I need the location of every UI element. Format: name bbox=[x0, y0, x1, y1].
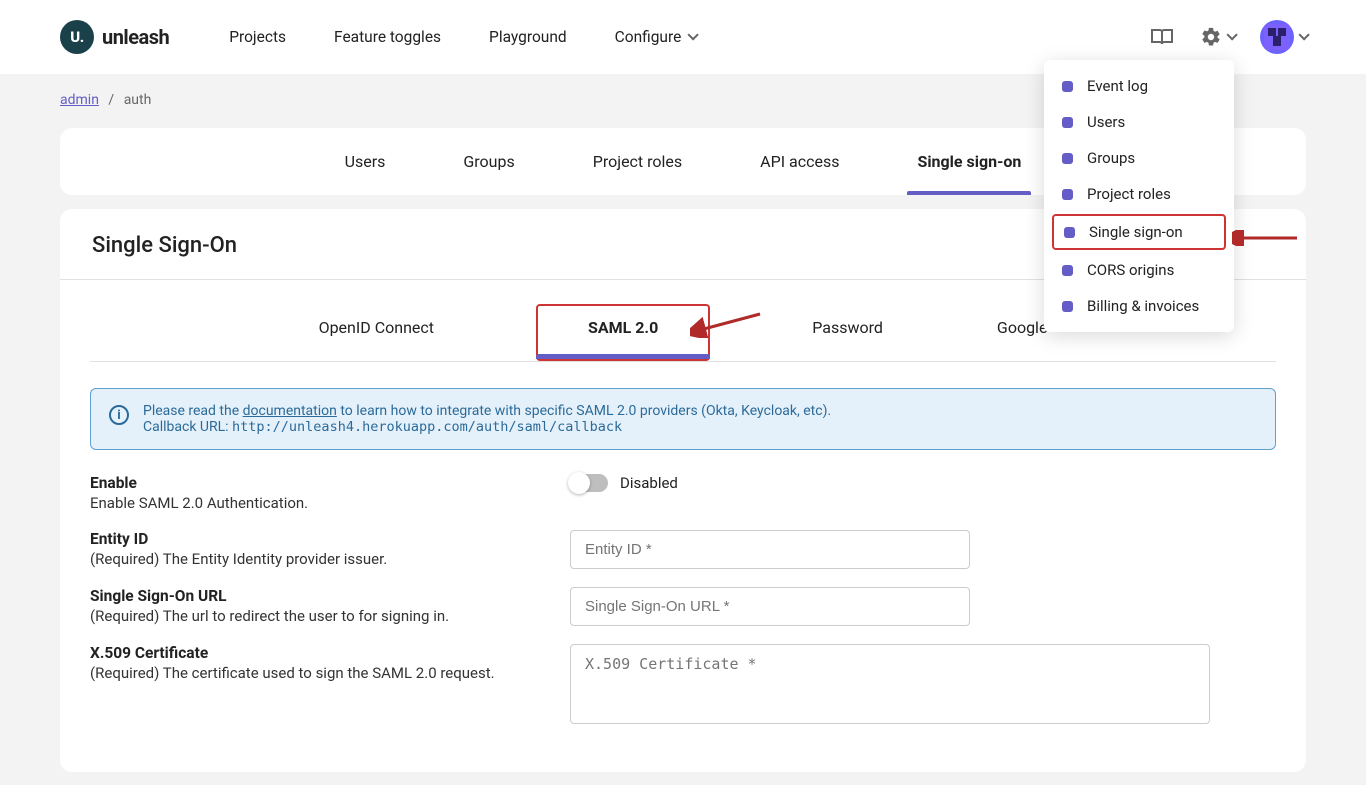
header: U. unleash Projects Feature toggles Play… bbox=[0, 0, 1366, 74]
tab-users[interactable]: Users bbox=[345, 152, 386, 195]
tab-project-roles[interactable]: Project roles bbox=[593, 152, 682, 195]
info-icon: i bbox=[109, 405, 129, 425]
enable-desc: Enable SAML 2.0 Authentication. bbox=[90, 494, 530, 512]
avatar bbox=[1260, 20, 1294, 54]
docs-icon[interactable] bbox=[1150, 27, 1174, 47]
dropdown-label: Event log bbox=[1087, 77, 1148, 95]
configure-dropdown: Event log Users Groups Project roles Sin… bbox=[1044, 60, 1234, 332]
square-icon bbox=[1064, 227, 1075, 238]
cert-desc: (Required) The certificate used to sign … bbox=[90, 664, 530, 682]
square-icon bbox=[1062, 153, 1073, 164]
dropdown-groups[interactable]: Groups bbox=[1044, 140, 1234, 176]
brand-name: unleash bbox=[102, 25, 169, 49]
info-box: i Please read the documentation to learn… bbox=[90, 388, 1276, 450]
breadcrumb-sep: / bbox=[108, 92, 114, 108]
sso-tab-password[interactable]: Password bbox=[800, 304, 895, 361]
square-icon bbox=[1062, 265, 1073, 276]
tab-api-access[interactable]: API access bbox=[760, 152, 839, 195]
gear-icon bbox=[1200, 26, 1222, 48]
breadcrumb-current: auth bbox=[124, 92, 152, 108]
dropdown-billing[interactable]: Billing & invoices bbox=[1044, 288, 1234, 324]
cert-title: X.509 Certificate bbox=[90, 644, 530, 662]
row-entity-id: Entity ID (Required) The Entity Identity… bbox=[90, 530, 1276, 569]
chevron-down-icon bbox=[1298, 29, 1309, 40]
square-icon bbox=[1062, 117, 1073, 128]
breadcrumb-admin[interactable]: admin bbox=[60, 92, 99, 108]
enable-toggle[interactable] bbox=[570, 474, 608, 492]
info-pre: Please read the bbox=[143, 403, 243, 419]
enable-title: Enable bbox=[90, 474, 530, 492]
row-enable: Enable Enable SAML 2.0 Authentication. D… bbox=[90, 474, 1276, 512]
documentation-link[interactable]: documentation bbox=[243, 403, 337, 419]
header-actions bbox=[1150, 20, 1306, 54]
user-menu[interactable] bbox=[1260, 20, 1306, 54]
chevron-down-icon bbox=[1226, 29, 1237, 40]
settings-button[interactable] bbox=[1200, 26, 1234, 48]
chevron-down-icon bbox=[688, 29, 699, 40]
dropdown-project-roles[interactable]: Project roles bbox=[1044, 176, 1234, 212]
dropdown-cors[interactable]: CORS origins bbox=[1044, 252, 1234, 288]
row-sso-url: Single Sign-On URL (Required) The url to… bbox=[90, 587, 1276, 626]
dropdown-sso[interactable]: Single sign-on bbox=[1052, 214, 1226, 250]
dropdown-label: CORS origins bbox=[1087, 261, 1174, 279]
square-icon bbox=[1062, 189, 1073, 200]
info-text: Please read the documentation to learn h… bbox=[143, 403, 831, 435]
cert-textarea[interactable] bbox=[570, 644, 1210, 724]
dropdown-label: Users bbox=[1087, 113, 1125, 131]
dropdown-users[interactable]: Users bbox=[1044, 104, 1234, 140]
entity-id-title: Entity ID bbox=[90, 530, 530, 548]
square-icon bbox=[1062, 81, 1073, 92]
entity-id-desc: (Required) The Entity Identity provider … bbox=[90, 550, 530, 568]
nav-configure-label: Configure bbox=[615, 28, 682, 46]
form-area: i Please read the documentation to learn… bbox=[60, 362, 1306, 772]
dropdown-label: Project roles bbox=[1087, 185, 1171, 203]
main-nav: Projects Feature toggles Playground Conf… bbox=[229, 28, 695, 46]
tab-groups[interactable]: Groups bbox=[463, 152, 514, 195]
toggle-state-label: Disabled bbox=[620, 474, 678, 492]
sso-url-input[interactable] bbox=[570, 587, 970, 626]
nav-configure[interactable]: Configure bbox=[615, 28, 696, 46]
sso-tab-saml[interactable]: SAML 2.0 bbox=[536, 304, 710, 361]
sso-url-title: Single Sign-On URL bbox=[90, 587, 530, 605]
entity-id-input[interactable] bbox=[570, 530, 970, 569]
dropdown-label: Billing & invoices bbox=[1087, 297, 1199, 315]
nav-playground[interactable]: Playground bbox=[489, 28, 567, 46]
row-cert: X.509 Certificate (Required) The certifi… bbox=[90, 644, 1276, 728]
info-post: to learn how to integrate with specific … bbox=[337, 403, 831, 419]
tab-sso[interactable]: Single sign-on bbox=[917, 152, 1021, 195]
logo[interactable]: U. unleash bbox=[60, 20, 169, 54]
nav-projects[interactable]: Projects bbox=[229, 28, 286, 46]
callback-url: http://unleash4.herokuapp.com/auth/saml/… bbox=[232, 419, 622, 435]
dropdown-label: Single sign-on bbox=[1089, 223, 1183, 241]
sso-url-desc: (Required) The url to redirect the user … bbox=[90, 607, 530, 625]
nav-feature-toggles[interactable]: Feature toggles bbox=[334, 28, 441, 46]
dropdown-label: Groups bbox=[1087, 149, 1135, 167]
square-icon bbox=[1062, 301, 1073, 312]
logo-mark-icon: U. bbox=[60, 20, 94, 54]
dropdown-event-log[interactable]: Event log bbox=[1044, 68, 1234, 104]
callback-label: Callback URL: bbox=[143, 419, 232, 435]
sso-tab-oidc[interactable]: OpenID Connect bbox=[307, 304, 446, 361]
